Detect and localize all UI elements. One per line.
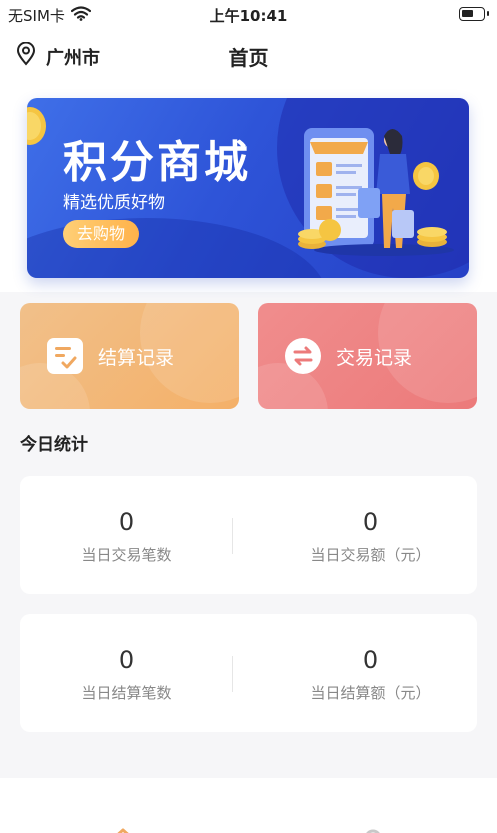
stat-divider — [232, 518, 233, 554]
settle-count-label: 当日结算笔数 — [81, 684, 172, 702]
home-tab-icon[interactable] — [112, 824, 134, 833]
trade-count-value: 0 — [118, 508, 135, 536]
banner-title: 积分商城 — [63, 137, 251, 188]
settle-amount-value: 0 — [362, 646, 379, 674]
transaction-records-label: 交易记录 — [336, 346, 413, 369]
coin-icon — [27, 107, 46, 145]
settlement-record-icon — [46, 337, 84, 375]
trade-count-stat: 0 当日交易笔数 — [20, 476, 233, 594]
status-time: 上午10:41 — [209, 7, 288, 25]
settle-count-stat: 0 当日结算笔数 — [20, 614, 233, 732]
exchange-icon — [284, 337, 322, 375]
shopping-illustration-icon — [298, 128, 454, 256]
settle-amount-label: 当日结算额（元） — [310, 684, 431, 702]
tab-bar — [0, 778, 497, 833]
transaction-stats-card: 0 当日交易笔数 0 当日交易额（元） — [20, 476, 477, 594]
settlement-stats-card: 0 当日结算笔数 0 当日结算额（元） — [20, 614, 477, 732]
banner-subtitle: 精选优质好物 — [63, 193, 165, 213]
today-stats-title: 今日统计 — [20, 435, 88, 455]
go-shopping-button[interactable]: 去购物 — [63, 220, 140, 248]
points-mall-banner[interactable]: 积分商城 精选优质好物 去购物 — [27, 98, 469, 278]
settlement-records-label: 结算记录 — [98, 346, 175, 369]
trade-count-label: 当日交易笔数 — [81, 546, 172, 564]
nav-bar: 广州市 首页 — [0, 30, 497, 82]
stat-divider — [232, 656, 233, 692]
trade-amount-value: 0 — [362, 508, 379, 536]
profile-tab-icon[interactable] — [362, 824, 384, 833]
settle-count-value: 0 — [118, 646, 135, 674]
trade-amount-stat: 0 当日交易额（元） — [264, 476, 477, 594]
settle-amount-stat: 0 当日结算额（元） — [264, 614, 477, 732]
battery-icon — [459, 7, 489, 21]
settlement-records-button[interactable]: 结算记录 — [20, 303, 239, 409]
page-title: 首页 — [228, 46, 269, 70]
status-bar: 无SIM卡 上午10:41 — [0, 0, 497, 30]
trade-amount-label: 当日交易额（元） — [310, 546, 431, 564]
battery-level — [462, 10, 473, 17]
transaction-records-button[interactable]: 交易记录 — [258, 303, 477, 409]
